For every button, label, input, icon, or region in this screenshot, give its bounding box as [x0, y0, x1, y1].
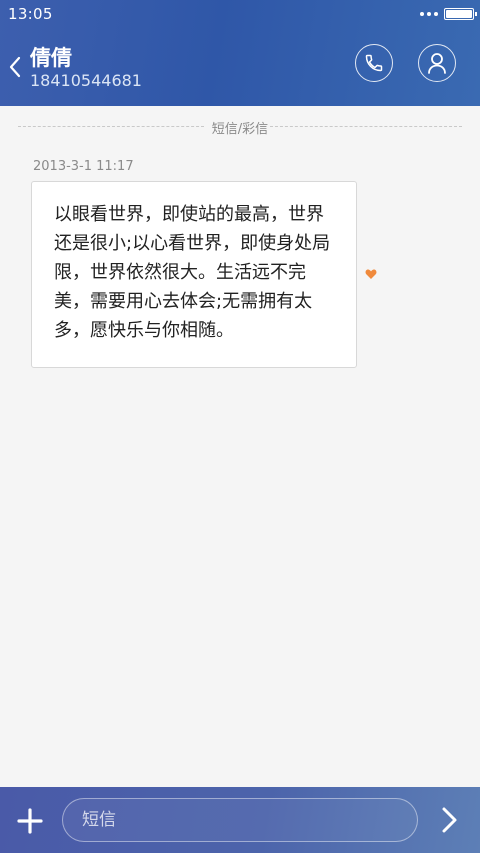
header: 13:05 倩倩 18410544681	[0, 0, 480, 106]
chevron-left-icon	[9, 56, 21, 78]
message-type-divider: 短信/彩信	[18, 117, 462, 137]
composer-bar	[0, 787, 480, 853]
more-dots-icon	[420, 12, 438, 16]
status-bar: 13:05	[0, 0, 480, 28]
call-button[interactable]	[355, 44, 393, 82]
contact-name: 倩倩	[30, 46, 72, 70]
contact-number: 18410544681	[30, 71, 142, 90]
contact-profile-button[interactable]	[418, 44, 456, 82]
phone-icon	[365, 54, 383, 72]
message-bubble[interactable]: 以眼看世界，即使站的最高，世界还是很小;以心看世界，即使身处局限，世界依然很大。…	[31, 181, 357, 368]
status-time: 13:05	[8, 5, 53, 23]
back-button[interactable]	[4, 52, 26, 82]
person-icon	[428, 53, 446, 74]
chevron-right-icon[interactable]	[436, 804, 462, 836]
heart-icon	[365, 269, 377, 279]
message-text: 以眼看世界，即使站的最高，世界还是很小;以心看世界，即使身处局限，世界依然很大。…	[54, 204, 331, 341]
plus-icon[interactable]	[14, 805, 46, 837]
message-timestamp: 2013-3-1 11:17	[33, 159, 134, 174]
divider-label: 短信/彩信	[211, 122, 269, 137]
battery-icon	[444, 8, 477, 20]
sms-input[interactable]	[62, 798, 418, 842]
